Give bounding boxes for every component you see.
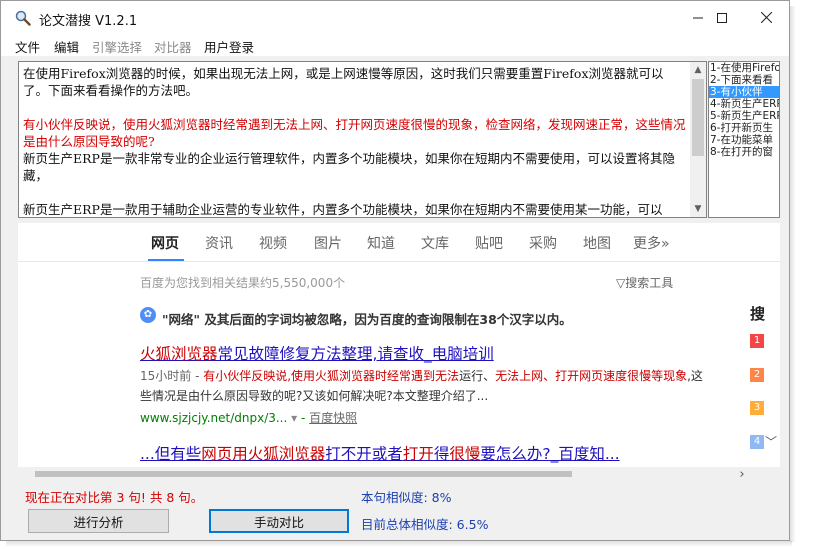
tab-images[interactable]: 图片 (314, 233, 342, 253)
paw-icon: ✿ (140, 307, 156, 323)
window-title: 论文潜搜 V1.2.1 (39, 14, 138, 29)
result-title-highlight: 火狐浏览器 (140, 345, 218, 363)
sentence-list[interactable]: 1-在使用Firefox 2-下面来看看 3-有小伙伴 4-新页生产ERP 5-… (708, 61, 780, 218)
magnifier-app-icon (15, 10, 31, 26)
chevron-down-icon[interactable]: ▾ (291, 411, 297, 425)
snippet-highlight: 有小伙伴反映说,使用火狐浏览器时经常遇到无法 (203, 369, 460, 383)
snippet-highlight: 无法上网、打开网页速度很慢等现象 (495, 369, 688, 383)
sentence-list-item[interactable]: 1-在使用Firefox (709, 62, 779, 74)
result-title-text: 要怎么办?_百度知... (480, 445, 620, 463)
tab-more[interactable]: 更多» (633, 233, 670, 253)
active-tab-underline (148, 259, 184, 261)
paragraph-3: 新页生产ERP是一款非常专业的企业运行管理软件，内置多个功能模块，如果你在短期内… (23, 151, 675, 183)
menu-user-login[interactable]: 用户登录 (204, 37, 254, 56)
tab-web[interactable]: 网页 (151, 233, 179, 253)
close-icon (760, 12, 772, 23)
sentence-list-item[interactable]: 8-在打开的窗 (709, 146, 779, 158)
result-url-text: www.sjzjcjy.net/dnpx/3... (140, 411, 288, 425)
maximize-icon (717, 12, 727, 23)
horizontal-scrollbar-thumb[interactable] (35, 471, 572, 477)
side-panel-title: 搜 (750, 305, 766, 323)
result-count: 百度为您找到相关结果约5,550,000个 (140, 276, 346, 290)
scroll-down-arrow-icon[interactable]: ▼ (690, 201, 706, 217)
tab-wenku[interactable]: 文库 (421, 233, 449, 253)
source-text: 在使用Firefox浏览器的时候，如果出现无法上网，或是上网速慢等原因，这时我们… (23, 65, 687, 217)
result-1-title-link[interactable]: 火狐浏览器常见故障修复方法整理,请查收_电脑培训 (140, 342, 494, 364)
menu-bar: 文件 编辑 引擎选择 对比器 用户登录 (1, 34, 789, 56)
paragraph-1: 在使用Firefox浏览器的时候，如果出现无法上网，或是上网速慢等原因，这时我们… (23, 66, 664, 98)
tab-zhidao[interactable]: 知道 (367, 233, 395, 253)
snapshot-link[interactable]: 百度快照 (309, 411, 357, 425)
maximize-button[interactable] (699, 1, 745, 34)
result-1-snippet: 15小时前 - 有小伙伴反映说,使用火狐浏览器时经常遇到无法运行、无法上网、打开… (140, 366, 712, 406)
title-bar[interactable]: 论文潜搜 V1.2.1 (1, 1, 789, 34)
close-button[interactable] (743, 1, 789, 34)
snippet-text: 运行、 (459, 369, 496, 383)
result-2-title-link[interactable]: ...但有些网页用火狐浏览器打不开或者打开得很慢要怎么办?_百度知... (140, 442, 620, 464)
app-window: 论文潜搜 V1.2.1 文件 编辑 引擎选择 对比器 用户登录 在使用Firef… (0, 0, 790, 541)
search-tools-link[interactable]: ▽搜索工具 (616, 274, 673, 291)
compare-progress-text: 现在正在对比第 3 句! 共 8 句。 (25, 490, 204, 505)
analyze-button[interactable]: 进行分析 (28, 509, 169, 533)
browser-scroll-down-icon[interactable]: ﹀ (765, 433, 777, 450)
menu-engine-select[interactable]: 引擎选择 (92, 37, 142, 56)
sentence-list-item[interactable]: 5-新页生产ERP (709, 110, 779, 122)
result-title-text: ...但有些 (140, 445, 202, 463)
rank-badge: 2 (750, 368, 764, 382)
tab-purchase[interactable]: 采购 (529, 233, 557, 253)
window-shadow-right (790, 6, 796, 542)
search-tabs: 网页 资讯 视频 图片 知道 文库 贴吧 采购 地图 更多» (18, 223, 780, 262)
menu-comparator[interactable]: 对比器 (154, 37, 192, 56)
result-title-highlight: 网页用火狐浏览器 (201, 445, 326, 463)
sentence-similarity-text: 本句相似度: 8% (361, 490, 452, 505)
result-title-text: 常见故障修复方法整理,请查收_电脑培训 (217, 345, 494, 363)
result-title-highlight: 很慢 (449, 445, 481, 463)
source-text-area[interactable]: 在使用Firefox浏览器的时候，如果出现无法上网，或是上网速慢等原因，这时我们… (18, 61, 707, 218)
paragraph-current-sentence: 有小伙伴反映说，使用火狐浏览器时经常遇到无法上网、打开网页速度很慢的现象，检查网… (23, 117, 686, 149)
search-results-browser[interactable]: 网页 资讯 视频 图片 知道 文库 贴吧 采购 地图 更多» 百度为您找到相关结… (18, 223, 780, 468)
browser-horizontal-scrollbar[interactable]: ‹ › (18, 467, 780, 482)
rank-badge: 1 (750, 334, 764, 348)
menu-file[interactable]: 文件 (15, 37, 40, 56)
paragraph-4: 新页生产ERP是一款用于辅助企业运营的专业软件，内置多个功能模块，如果你在短期内… (23, 202, 663, 217)
result-time: 15小时前 - (140, 369, 204, 383)
sentence-list-item-selected[interactable]: 3-有小伙伴 (709, 86, 779, 98)
result-title-text: 打不开或者 (325, 445, 403, 463)
overall-similarity-text: 目前总体相似度: 6.5% (361, 517, 489, 532)
scroll-up-arrow-icon[interactable]: ▲ (690, 62, 706, 78)
menu-edit[interactable]: 编辑 (54, 37, 79, 56)
tab-video[interactable]: 视频 (259, 233, 287, 253)
rank-badge: 3 (750, 401, 764, 415)
tab-tieba[interactable]: 贴吧 (475, 233, 503, 253)
result-title-highlight: 打开 (402, 445, 434, 463)
result-1-url[interactable]: www.sjzjcjy.net/dnpx/3... ▾ - 百度快照 (140, 409, 357, 426)
tab-news[interactable]: 资讯 (205, 233, 233, 253)
sentence-list-item[interactable]: 7-在功能菜单 (709, 134, 779, 146)
sentence-list-item[interactable]: 2-下面来看看 (709, 74, 779, 86)
sentence-list-item[interactable]: 6-打开新页生 (709, 122, 779, 134)
editor-vertical-scrollbar[interactable]: ▲ ▼ (690, 62, 706, 217)
tab-map[interactable]: 地图 (583, 233, 611, 253)
scroll-right-arrow-icon[interactable]: › (734, 467, 750, 482)
rank-badge: 4 (750, 435, 764, 449)
query-truncation-notice: "网络" 及其后面的字词均被忽略，因为百度的查询限制在38个汉字以内。 (162, 312, 572, 327)
window-shadow-bottom (6, 541, 792, 547)
scrollbar-thumb[interactable] (692, 79, 704, 156)
manual-compare-button[interactable]: 手动对比 (209, 509, 349, 533)
sentence-list-item[interactable]: 4-新页生产ERP (709, 98, 779, 110)
result-title-text: 得 (433, 445, 450, 463)
